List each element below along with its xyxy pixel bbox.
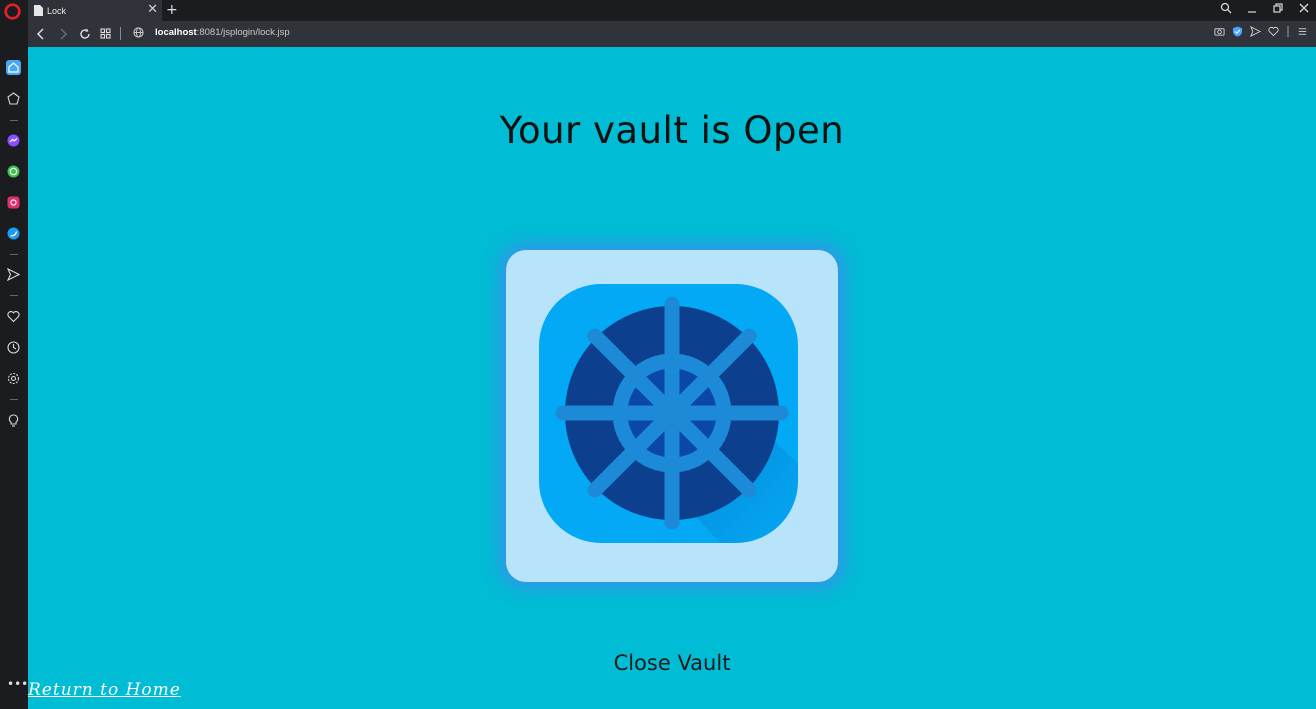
search-tabs-icon[interactable]: [1220, 2, 1232, 14]
address-bar: localhost:8081/jsplogin/lock.jsp: [28, 21, 1316, 47]
address-tools: [1214, 26, 1308, 37]
close-vault-button[interactable]: Close Vault: [28, 651, 1316, 675]
address-separator: [120, 27, 121, 40]
divider-icon: [1287, 26, 1289, 37]
sidebar-separator: [10, 254, 18, 255]
close-window-icon[interactable]: [1298, 2, 1310, 14]
messenger-icon[interactable]: [6, 133, 21, 148]
browser-tab-bar: Lock ✕ +: [0, 0, 1316, 21]
back-icon[interactable]: [36, 28, 46, 40]
sidebar-separator: [10, 295, 18, 296]
page-content: Your vault is Open Close Vault Return to…: [28, 47, 1316, 709]
tab-close-icon[interactable]: ✕: [147, 3, 158, 17]
url-path: :8081/jsplogin/lock.jsp: [196, 27, 290, 38]
vault-card[interactable]: [506, 250, 838, 582]
flow-icon[interactable]: [6, 267, 21, 282]
return-home-link[interactable]: Return to Home: [28, 680, 181, 700]
window-controls: [1220, 2, 1310, 14]
restore-icon[interactable]: [1272, 2, 1284, 14]
instagram-icon[interactable]: [6, 195, 21, 210]
sidebar-separator: [10, 120, 18, 121]
sidebar-more-icon[interactable]: •••: [7, 677, 28, 691]
sidebar-separator: [10, 399, 18, 400]
forward-icon[interactable]: [58, 28, 68, 40]
page-title: Your vault is Open: [499, 109, 845, 152]
heart-icon[interactable]: [1268, 26, 1279, 37]
speed-dial-icon[interactable]: [100, 28, 111, 39]
minimize-icon[interactable]: [1246, 2, 1258, 14]
page-icon: [34, 5, 43, 16]
camera-icon[interactable]: [1214, 26, 1225, 37]
send-icon[interactable]: [1250, 26, 1261, 37]
vault-icon: [539, 284, 798, 543]
vpn-shield-icon[interactable]: [1232, 26, 1243, 37]
sidebar-pinboard-icon[interactable]: [6, 91, 21, 106]
sidebar: •••: [0, 21, 28, 709]
url-field[interactable]: localhost:8081/jsplogin/lock.jsp: [155, 27, 290, 38]
tab-title: Lock: [47, 5, 67, 16]
opera-logo-icon[interactable]: [4, 3, 21, 20]
settings-gear-icon[interactable]: [6, 371, 21, 386]
twitter-icon[interactable]: [6, 226, 21, 241]
new-tab-button[interactable]: +: [166, 1, 178, 19]
whatsapp-icon[interactable]: [6, 164, 21, 179]
history-clock-icon[interactable]: [6, 340, 21, 355]
easy-setup-icon[interactable]: [1297, 26, 1308, 37]
bookmarks-heart-icon[interactable]: [6, 309, 21, 324]
tab-lock[interactable]: Lock ✕: [28, 0, 162, 21]
reload-icon[interactable]: [79, 28, 91, 40]
sidebar-home-icon[interactable]: [6, 60, 21, 75]
site-info-icon[interactable]: [133, 27, 144, 38]
url-host: localhost: [155, 27, 197, 38]
lightbulb-icon[interactable]: [6, 413, 21, 428]
